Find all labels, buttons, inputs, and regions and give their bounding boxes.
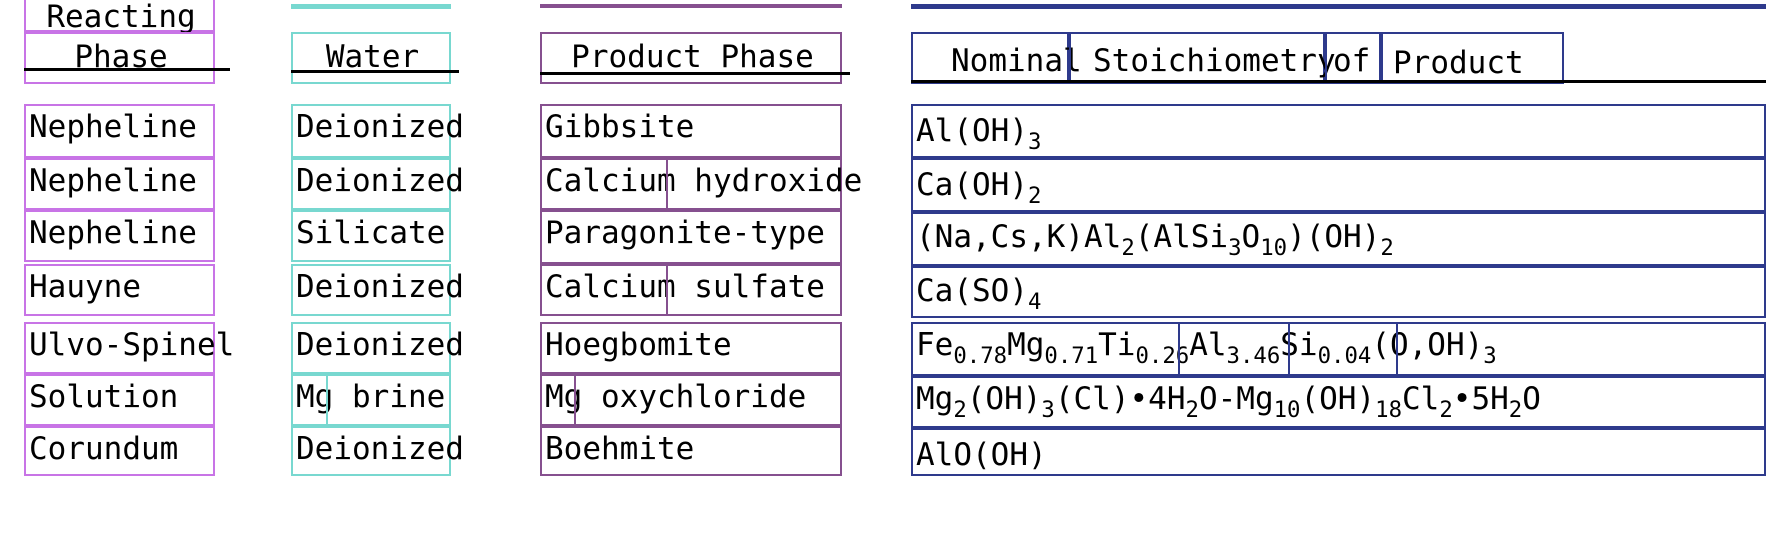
water-header-underline xyxy=(291,70,459,73)
stoich-cell: Mg2(OH)3(Cl)•4H2O-Mg10(OH)18Cl2•5H2O xyxy=(911,376,1766,428)
product-phase-cell: Calcium hydroxide xyxy=(540,158,862,210)
stoich-formula: (Na,Cs,K)Al2(AlSi3O10)(OH)2 xyxy=(916,219,1394,261)
product-phase-cell: Hoegbomite xyxy=(540,322,842,374)
stoich-formula: Ca(SO)4 xyxy=(916,273,1042,315)
water-cell: Deionized xyxy=(291,104,464,158)
stoich-cell-split xyxy=(1396,324,1398,374)
water-cell: Deionized xyxy=(291,426,464,476)
water-cell-split xyxy=(326,376,328,426)
water-cell: Deionized xyxy=(291,158,464,210)
reacting-phase-cell: Nepheline xyxy=(24,104,215,158)
stoich-formula: AlO(OH) xyxy=(916,437,1047,473)
water-cell: Silicate xyxy=(291,210,451,262)
product-cell-split xyxy=(666,158,668,210)
water-cell: Deionized xyxy=(291,322,464,374)
product-phase-header-underline xyxy=(540,72,850,75)
stoich-cell-split xyxy=(1288,324,1290,374)
product-phase-cell: Mg oxychloride xyxy=(540,374,842,426)
stoich-header-underline xyxy=(911,80,1766,83)
stoich-header-word: Stoichiometry xyxy=(1069,32,1336,84)
water-cell: Deionized xyxy=(291,264,464,316)
reacting-phase-cell: Ulvo-Spinel xyxy=(24,322,234,374)
water-cell: Mg brine xyxy=(291,374,451,426)
reacting-phase-cell: Corundum xyxy=(24,426,215,476)
product-top-rule xyxy=(540,4,842,8)
product-cell-split xyxy=(666,264,668,316)
stoichiometry-top-rule xyxy=(911,4,1766,9)
stoich-cell: Ca(OH)2 xyxy=(911,158,1766,212)
stoich-header-word: of xyxy=(1325,32,1381,84)
water-header: Water xyxy=(291,32,451,84)
product-phase-cell: Gibbsite xyxy=(540,104,842,158)
stoich-cell: AlO(OH) xyxy=(911,428,1766,476)
reacting-phase-cell: Nepheline xyxy=(24,158,215,210)
reacting-phase-cell: Nepheline xyxy=(24,210,215,262)
reacting-phase-header: Phase xyxy=(24,32,215,84)
stoich-formula: Al(OH)3 xyxy=(916,113,1042,155)
product-phase-header: Product Phase xyxy=(540,32,842,84)
stoich-header-word: Product xyxy=(1381,32,1564,84)
reacting-phase-cell: Hauyne xyxy=(24,264,215,316)
stoich-formula: Ca(OH)2 xyxy=(916,167,1042,209)
product-cell-split xyxy=(574,374,576,426)
stoich-formula: Mg2(OH)3(Cl)•4H2O-Mg10(OH)18Cl2•5H2O xyxy=(916,381,1541,423)
stoich-cell: Ca(SO)4 xyxy=(911,266,1766,318)
product-phase-cell: Boehmite xyxy=(540,426,842,476)
stoich-cell: Fe0.78Mg0.71Ti0.26Al3.46Si0.04(O,OH)3 xyxy=(911,322,1766,376)
product-phase-cell: Paragonite-type xyxy=(540,210,842,264)
reacting-phase-header-line1: Reacting xyxy=(24,0,215,33)
reacting-phase-header-underline xyxy=(24,68,230,71)
stoich-header-word: Nominal xyxy=(911,32,1082,84)
stoich-formula: Fe0.78Mg0.71Ti0.26Al3.46Si0.04(O,OH)3 xyxy=(916,327,1497,369)
stoich-cell-split xyxy=(1178,324,1180,374)
water-top-rule xyxy=(291,4,451,9)
product-phase-cell: Calcium sulfate xyxy=(540,264,842,316)
reacting-phase-cell: Solution xyxy=(24,374,215,426)
stoich-cell: (Na,Cs,K)Al2(AlSi3O10)(OH)2 xyxy=(911,212,1766,266)
stoich-cell: Al(OH)3 xyxy=(911,104,1766,158)
